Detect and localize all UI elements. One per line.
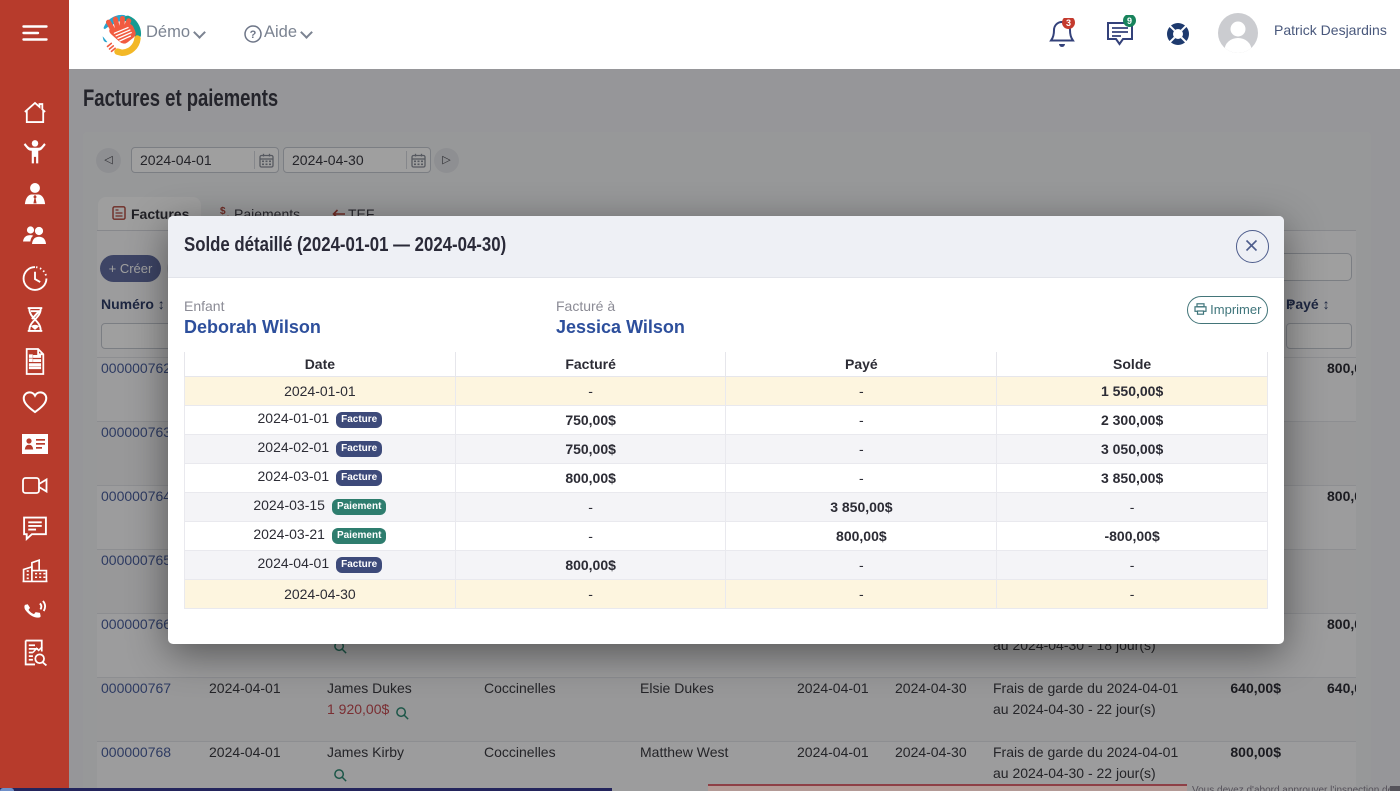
svg-text:9: 9 [1127, 16, 1132, 26]
svg-text:3: 3 [1066, 18, 1071, 28]
svg-text:?: ? [250, 29, 257, 41]
